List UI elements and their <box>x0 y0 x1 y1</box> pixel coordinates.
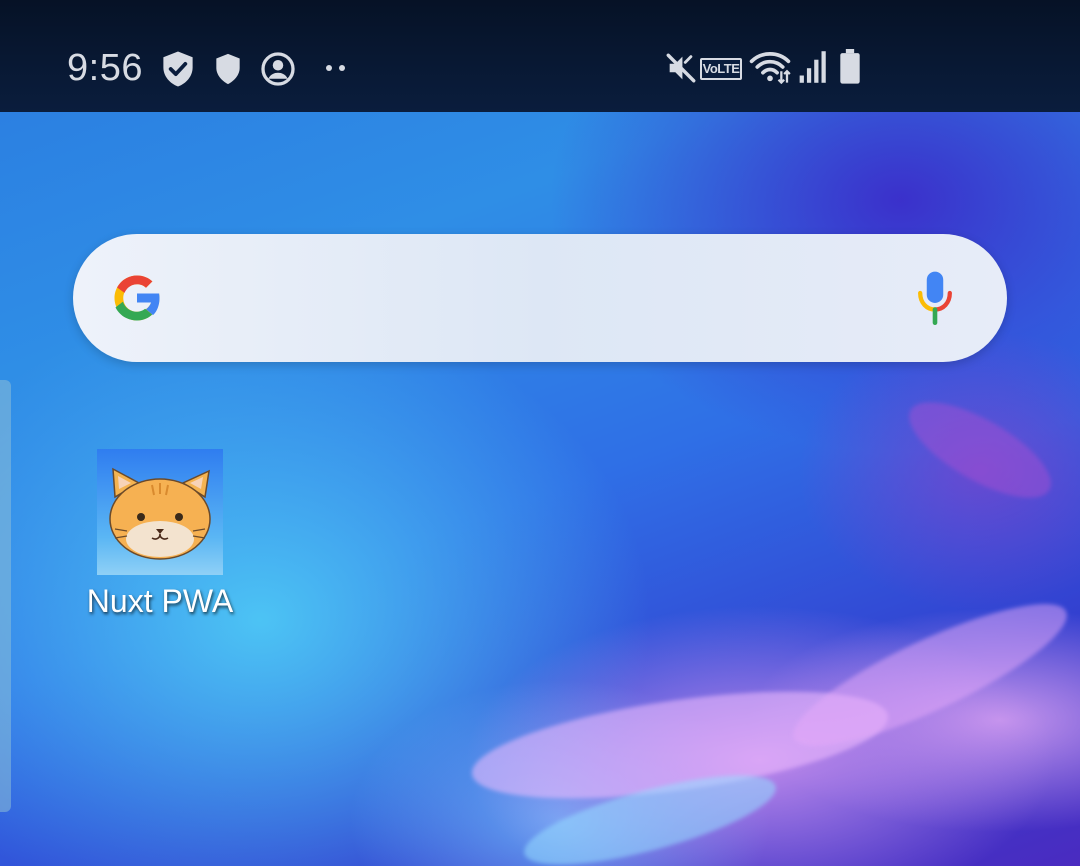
mute-icon <box>666 53 696 83</box>
battery-icon <box>840 49 860 84</box>
volte-icon: VoLTE <box>700 58 742 80</box>
edge-panel-handle[interactable] <box>0 380 11 812</box>
wifi-icon <box>749 52 791 84</box>
volte-label: VoLTE <box>702 61 740 76</box>
status-bar: 9:56 VoLTE <box>0 0 1080 112</box>
wallpaper <box>0 0 1080 866</box>
status-time: 9:56 <box>67 47 143 89</box>
google-g-icon[interactable] <box>107 268 167 328</box>
mic-icon[interactable] <box>915 270 955 326</box>
more-dots-icon <box>326 65 345 71</box>
app-shortcut-nuxt-pwa[interactable]: Nuxt PWA <box>78 449 242 620</box>
signal-icon <box>799 51 826 83</box>
google-search-bar[interactable] <box>73 234 1007 362</box>
cat-face-icon[interactable] <box>97 449 223 575</box>
shield-check-icon <box>163 51 193 87</box>
wallpaper-wave <box>895 384 1065 516</box>
wallpaper-wave <box>779 579 1080 771</box>
app-label[interactable]: Nuxt PWA <box>78 583 242 620</box>
account-circle-icon <box>261 52 295 86</box>
shield-icon <box>216 53 240 85</box>
